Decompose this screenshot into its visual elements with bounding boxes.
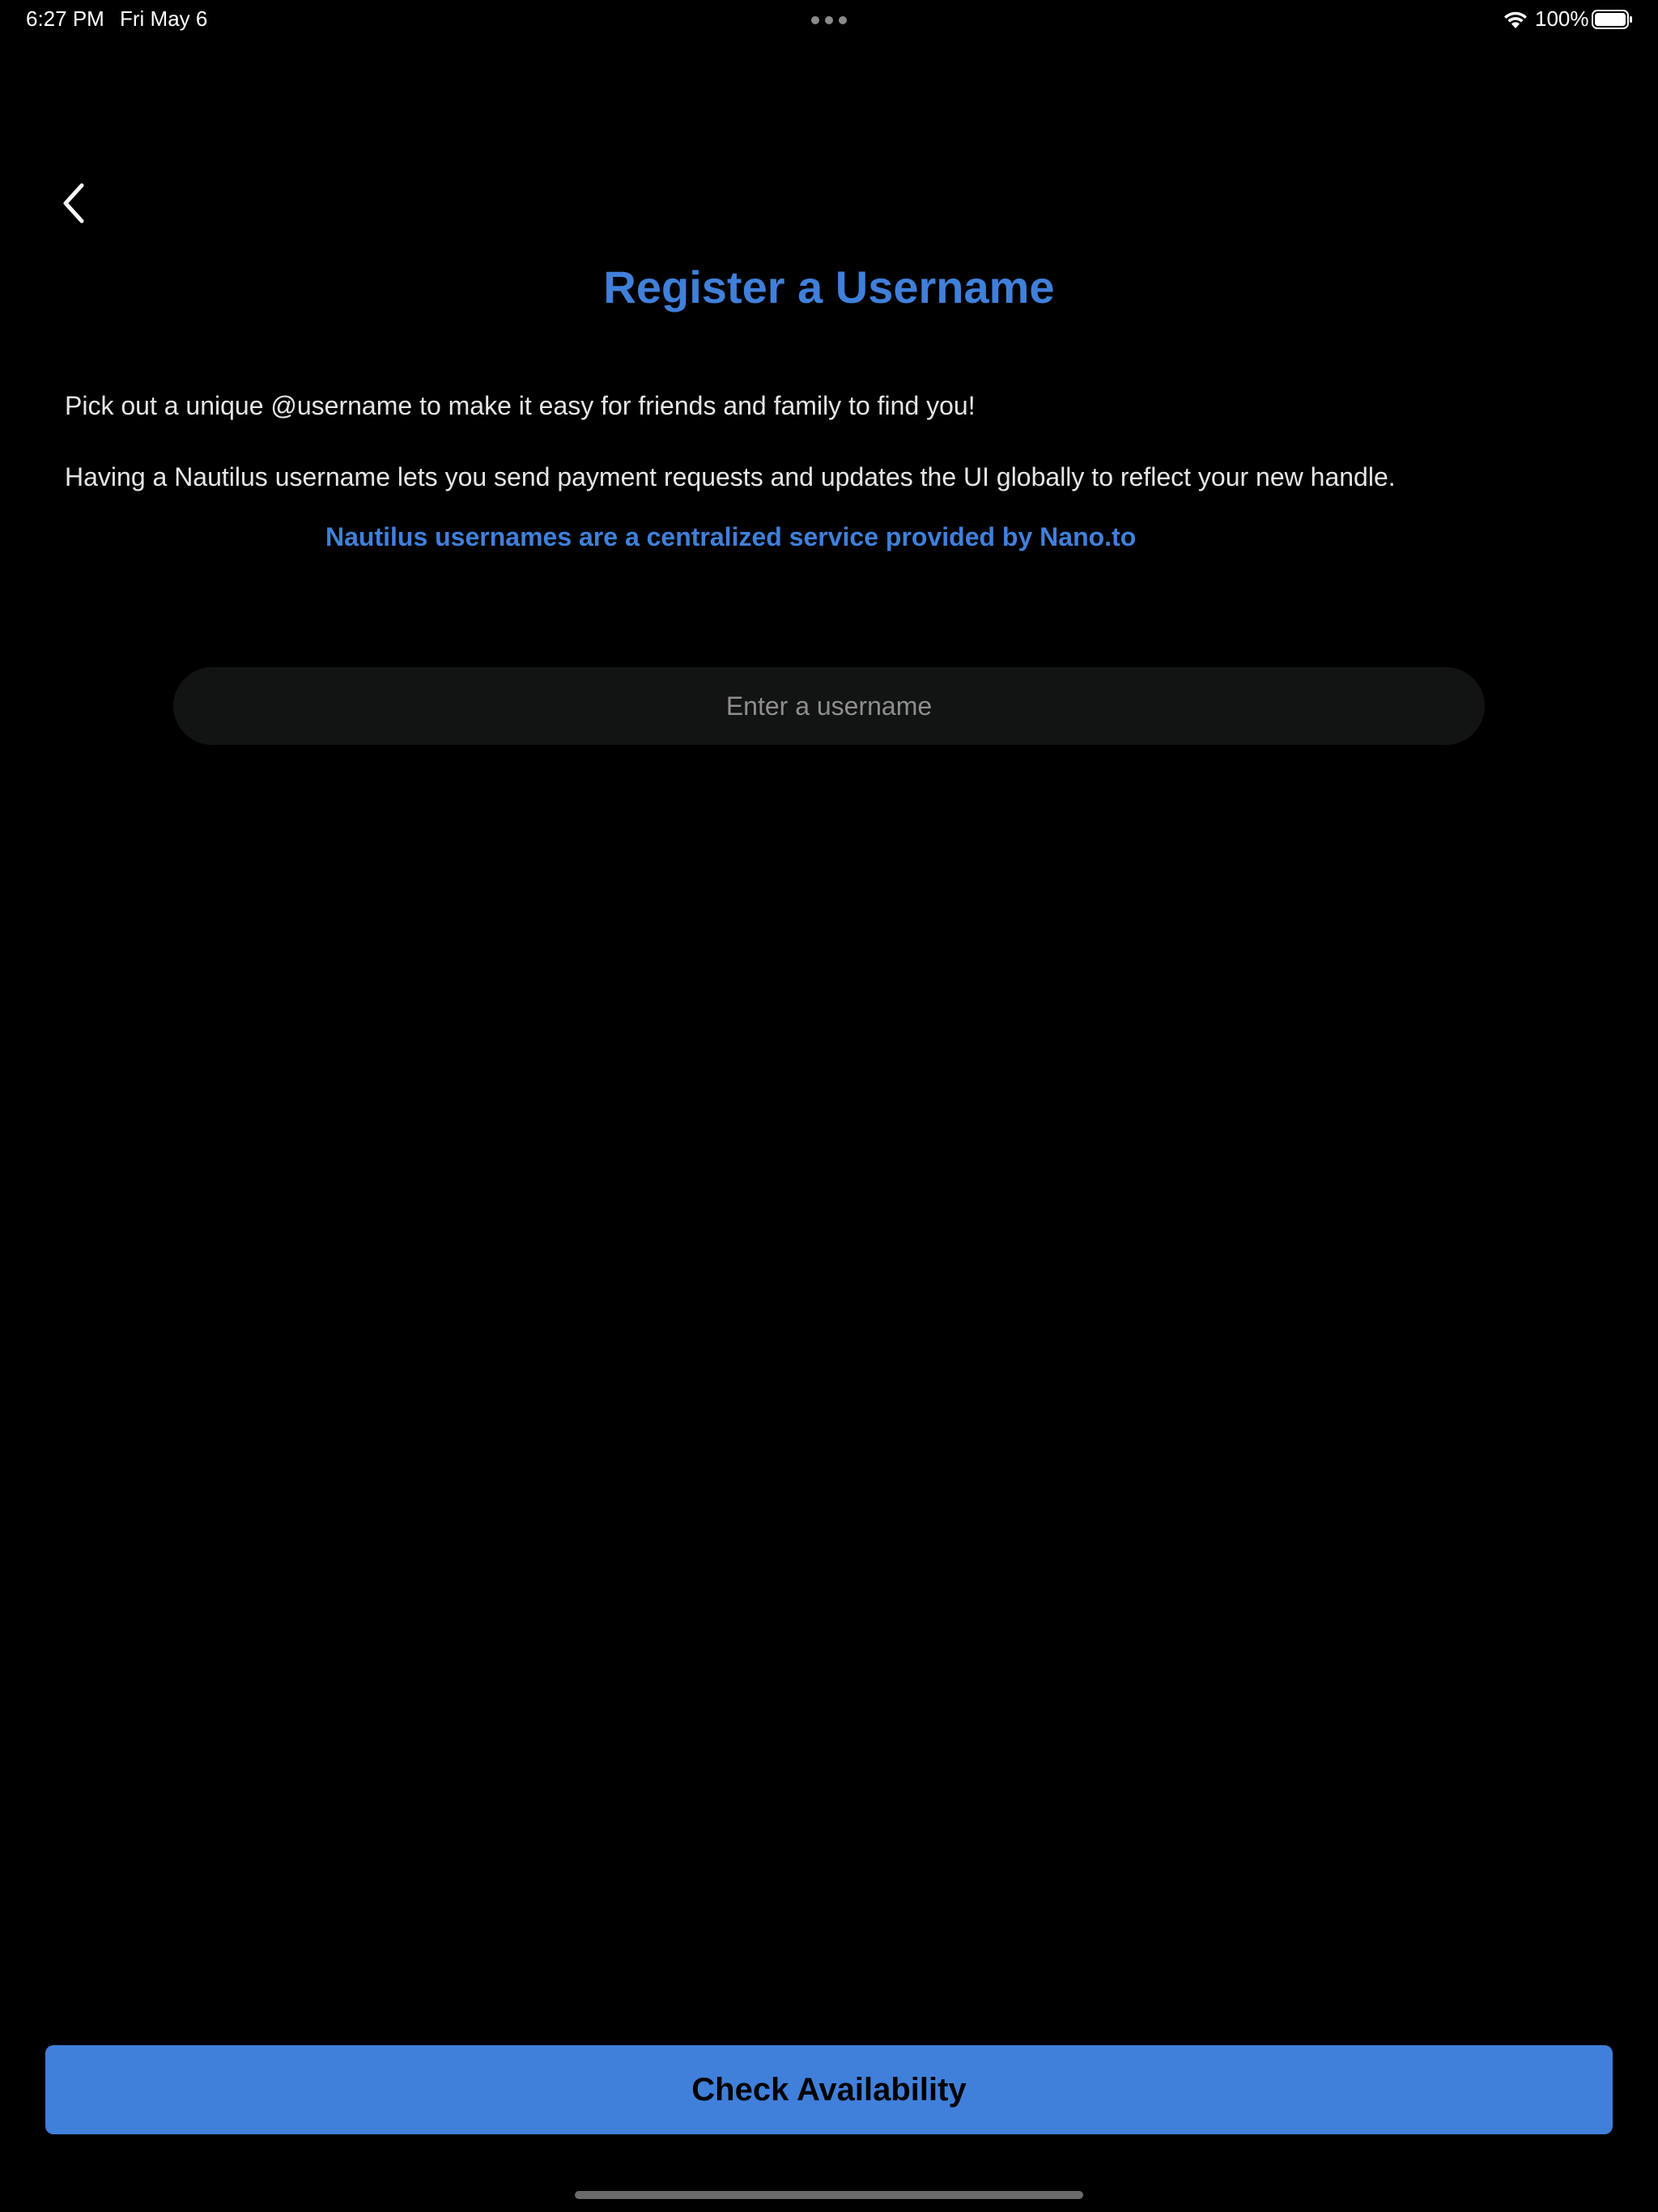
battery-full-icon [1592, 10, 1632, 29]
check-availability-button[interactable]: Check Availability [45, 2045, 1613, 2134]
description-text-secondary: Having a Nautilus username lets you send… [65, 462, 1396, 491]
back-button[interactable] [45, 175, 102, 232]
status-date: Fri May 6 [120, 6, 208, 31]
wifi-icon [1504, 11, 1527, 28]
status-bar: 6:27 PM Fri May 6 100% [0, 0, 1658, 39]
battery-percent: 100% [1535, 6, 1589, 31]
page-title: Register a Username [603, 262, 1055, 313]
provider-note: Nautilus usernames are a centralized ser… [325, 522, 1137, 551]
username-field[interactable] [173, 666, 1485, 746]
status-time: 6:27 PM [26, 6, 104, 31]
username-input[interactable] [173, 666, 1485, 746]
three-dots-icon[interactable] [811, 16, 847, 24]
register-username-screen: 6:27 PM Fri May 6 100% Register a Userna… [0, 0, 1658, 2212]
description-text: Pick out a unique @username to make it e… [65, 391, 976, 420]
chevron-left-icon [63, 183, 84, 223]
home-indicator [575, 2191, 1083, 2199]
